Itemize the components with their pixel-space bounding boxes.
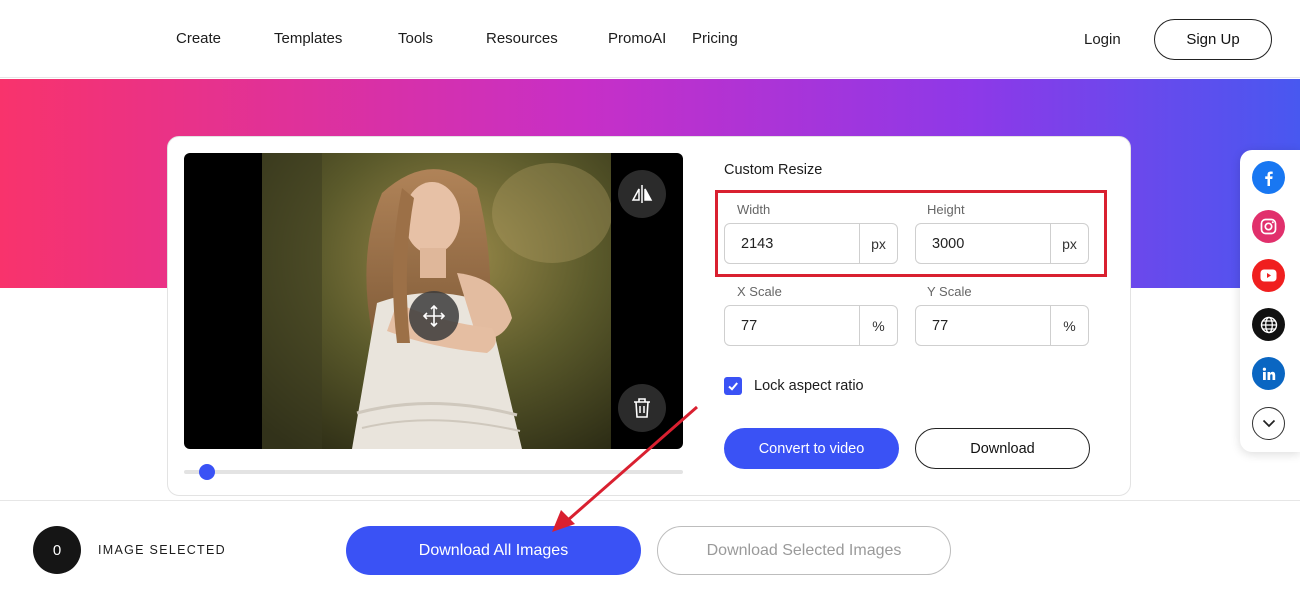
zoom-slider-thumb[interactable] <box>199 464 215 480</box>
bottom-divider <box>0 500 1300 501</box>
y-scale-unit: % <box>1050 306 1088 345</box>
move-icon <box>422 304 446 328</box>
nav-promoai[interactable]: PromoAI <box>608 30 666 47</box>
sign-up-button[interactable]: Sign Up <box>1154 19 1272 60</box>
website-link[interactable] <box>1252 308 1285 341</box>
lock-aspect-checkbox[interactable] <box>724 377 742 395</box>
top-navigation: Create Templates Tools Resources PromoAI… <box>0 0 1300 78</box>
move-button[interactable] <box>409 291 459 341</box>
width-input[interactable] <box>725 224 859 263</box>
height-label: Height <box>927 202 965 217</box>
facebook-icon <box>1264 171 1273 186</box>
linkedin-link[interactable] <box>1252 357 1285 390</box>
trash-icon <box>634 398 650 418</box>
x-scale-unit: % <box>859 306 897 345</box>
x-scale-input[interactable] <box>725 306 859 345</box>
nav-create[interactable]: Create <box>176 30 221 47</box>
width-unit: px <box>859 224 897 263</box>
download-all-images-button[interactable]: Download All Images <box>346 526 641 575</box>
x-scale-field: % <box>724 305 898 346</box>
image-preview <box>184 153 683 449</box>
globe-icon <box>1260 316 1277 333</box>
instagram-icon <box>1260 218 1277 235</box>
nav-resources[interactable]: Resources <box>486 30 558 47</box>
flip-button[interactable] <box>618 170 666 218</box>
login-link[interactable]: Login <box>1084 31 1121 48</box>
checkmark-icon <box>728 382 738 391</box>
delete-button[interactable] <box>618 384 666 432</box>
nav-templates[interactable]: Templates <box>274 30 342 47</box>
image-selected-label: IMAGE SELECTED <box>98 543 226 557</box>
height-field: px <box>915 223 1089 264</box>
width-field: px <box>724 223 898 264</box>
x-scale-label: X Scale <box>737 284 782 299</box>
download-button[interactable]: Download <box>915 428 1090 469</box>
height-input[interactable] <box>916 224 1050 263</box>
youtube-link[interactable] <box>1252 259 1285 292</box>
youtube-icon <box>1260 269 1277 282</box>
download-selected-images-button[interactable]: Download Selected Images <box>657 526 951 575</box>
zoom-slider-track[interactable] <box>184 470 683 474</box>
height-unit: px <box>1050 224 1088 263</box>
flip-icon <box>631 185 653 203</box>
width-label: Width <box>737 202 771 217</box>
expand-social-button[interactable] <box>1252 407 1285 440</box>
nav-tools[interactable]: Tools <box>398 30 433 47</box>
y-scale-input[interactable] <box>916 306 1050 345</box>
lock-aspect-label[interactable]: Lock aspect ratio <box>754 378 864 394</box>
linkedin-icon <box>1262 367 1275 380</box>
custom-resize-title: Custom Resize <box>724 162 823 178</box>
nav-pricing[interactable]: Pricing <box>692 30 738 47</box>
selected-count-badge: 0 <box>33 526 81 574</box>
facebook-link[interactable] <box>1252 161 1285 194</box>
instagram-link[interactable] <box>1252 210 1285 243</box>
social-sidebar <box>1240 150 1300 452</box>
y-scale-label: Y Scale <box>927 284 972 299</box>
convert-to-video-button[interactable]: Convert to video <box>724 428 899 469</box>
y-scale-field: % <box>915 305 1089 346</box>
chevron-down-icon <box>1262 419 1275 428</box>
